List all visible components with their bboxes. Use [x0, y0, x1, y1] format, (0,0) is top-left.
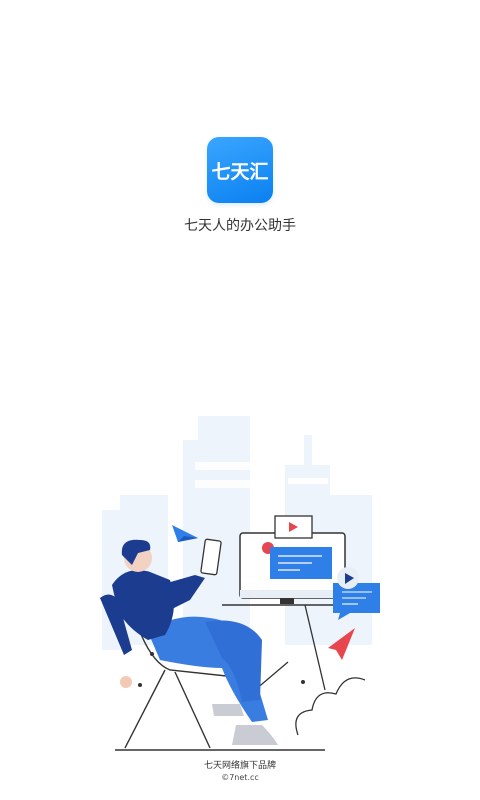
app-logo-text: 七天汇: [211, 160, 269, 183]
footer-site: ©7net.cc: [221, 773, 259, 782]
app-logo: 七天汇: [207, 137, 273, 203]
footer: 七天网络旗下品牌 ©7net.cc: [0, 761, 480, 783]
app-tagline: 七天人的办公助手: [184, 218, 296, 234]
footer-brand: 七天网络旗下品牌: [203, 761, 276, 771]
office-illustration: [100, 416, 380, 751]
cloud-shape: [295, 677, 366, 736]
